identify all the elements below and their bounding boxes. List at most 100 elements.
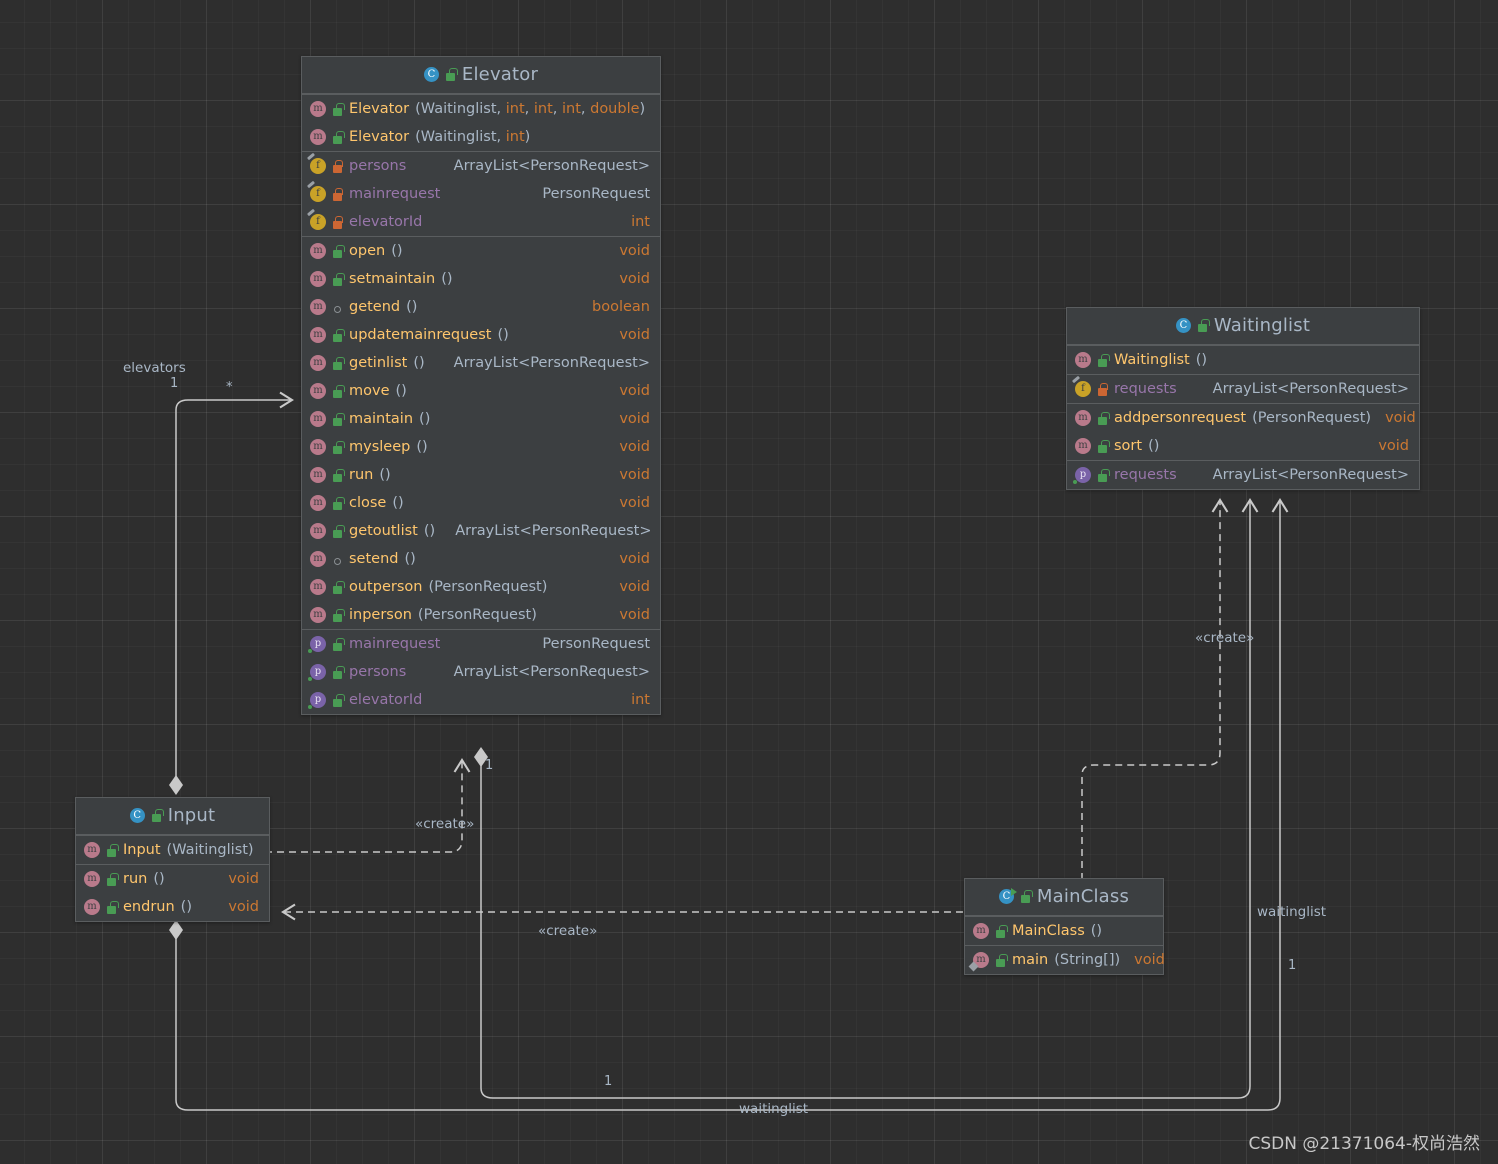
member-row[interactable]: m getend() boolean bbox=[302, 293, 660, 321]
member-row[interactable]: m run() void bbox=[302, 461, 660, 489]
section-fields: f requests ArrayList<PersonRequest> bbox=[1067, 374, 1419, 403]
class-title: Waitinglist bbox=[1213, 315, 1311, 336]
member-row[interactable]: m main (String[]) void bbox=[965, 946, 1165, 974]
member-row[interactable]: m sort() void bbox=[1067, 432, 1419, 460]
member-row[interactable]: f elevatorId int bbox=[302, 208, 660, 236]
edge-label-waitinglist-bottom: waitinglist bbox=[739, 1101, 809, 1117]
unlocked-public-icon bbox=[151, 809, 164, 822]
member-type: void bbox=[1385, 410, 1416, 426]
member-row[interactable]: m getinlist() ArrayList<PersonRequest> bbox=[302, 349, 660, 377]
method-icon: m bbox=[84, 842, 100, 858]
unlocked-public-icon bbox=[332, 244, 345, 258]
unlocked-public-icon bbox=[332, 580, 345, 594]
unlocked-public-icon bbox=[106, 872, 119, 886]
member-type: int bbox=[631, 214, 650, 230]
class-box-waitinglist[interactable]: C Waitinglist m Waitinglist () f request… bbox=[1066, 307, 1420, 490]
member-row[interactable]: m run() void bbox=[76, 865, 269, 893]
member-row[interactable]: m setmaintain () void bbox=[302, 265, 660, 293]
method-icon: m bbox=[84, 899, 100, 915]
unlocked-public-icon bbox=[1020, 890, 1033, 903]
unlocked-public-icon bbox=[332, 496, 345, 510]
unlocked-public-icon bbox=[1097, 411, 1110, 425]
member-name: requests bbox=[1114, 467, 1177, 483]
member-row[interactable]: f mainrequest PersonRequest bbox=[302, 180, 660, 208]
property-icon: p bbox=[1073, 467, 1091, 484]
package-private-icon bbox=[332, 553, 343, 566]
method-icon: m bbox=[310, 327, 326, 343]
member-name: Elevator bbox=[349, 101, 410, 117]
member-name: getoutlist bbox=[349, 523, 418, 539]
member-type: void bbox=[228, 871, 259, 887]
member-row[interactable]: m move() void bbox=[302, 377, 660, 405]
member-row[interactable]: m MainClass () bbox=[965, 917, 1163, 945]
member-row[interactable]: p requests ArrayList<PersonRequest> bbox=[1067, 461, 1419, 489]
member-row[interactable]: m open() void bbox=[302, 237, 660, 265]
member-type: void bbox=[1378, 438, 1409, 454]
method-icon: m bbox=[310, 243, 326, 259]
section-properties: p requests ArrayList<PersonRequest> bbox=[1067, 460, 1419, 489]
member-row[interactable]: m Elevator (Waitinglist, int, int, int, d… bbox=[302, 95, 660, 123]
edge-label-create-elevator: «create» bbox=[415, 816, 475, 832]
unlocked-public-icon bbox=[332, 272, 345, 286]
member-type: ArrayList<PersonRequest> bbox=[453, 664, 650, 680]
method-icon: m bbox=[310, 383, 326, 399]
member-row[interactable]: m addpersonrequest (PersonRequest) void bbox=[1067, 404, 1419, 432]
member-type: void bbox=[228, 899, 259, 915]
member-row[interactable]: f persons ArrayList<PersonRequest> bbox=[302, 152, 660, 180]
method-icon: m bbox=[1075, 352, 1091, 368]
unlocked-public-icon bbox=[1097, 468, 1110, 482]
unlocked-public-icon bbox=[332, 102, 345, 116]
member-row[interactable]: f requests ArrayList<PersonRequest> bbox=[1067, 375, 1419, 403]
class-title: Input bbox=[167, 805, 216, 826]
unlocked-public-icon bbox=[332, 130, 345, 144]
runnable-class-icon: C bbox=[998, 888, 1017, 904]
member-name: getend bbox=[349, 299, 401, 315]
class-header-elevator: C Elevator bbox=[302, 57, 660, 94]
member-row[interactable]: p mainrequest PersonRequest bbox=[302, 630, 660, 658]
class-box-elevator[interactable]: C Elevator m Elevator (Waitinglist, int, … bbox=[301, 56, 661, 715]
diagram-canvas[interactable]: C Elevator m Elevator (Waitinglist, int, … bbox=[0, 0, 1498, 1164]
multiplicity-waitinglist-bottom-one: 1 bbox=[604, 1074, 613, 1089]
member-signature: (Waitinglist, int, int, int, double) bbox=[415, 101, 646, 117]
member-name: setmaintain bbox=[349, 271, 436, 287]
method-icon: m bbox=[84, 871, 100, 887]
member-row[interactable]: m setend() void bbox=[302, 545, 660, 573]
method-icon: m bbox=[310, 271, 326, 287]
member-type: void bbox=[619, 495, 650, 511]
section-methods: m addpersonrequest (PersonRequest) void m… bbox=[1067, 403, 1419, 460]
member-row[interactable]: m inperson (PersonRequest) void bbox=[302, 601, 660, 629]
member-row[interactable]: m maintain () void bbox=[302, 405, 660, 433]
member-type: void bbox=[619, 411, 650, 427]
edge-label-elevators: elevators bbox=[123, 360, 186, 376]
member-row[interactable]: m Waitinglist () bbox=[1067, 346, 1419, 374]
class-title: MainClass bbox=[1036, 886, 1130, 907]
unlocked-public-icon bbox=[332, 608, 345, 622]
unlocked-public-icon bbox=[332, 468, 345, 482]
member-row[interactable]: m close() void bbox=[302, 489, 660, 517]
section-constructors: m Waitinglist () bbox=[1067, 345, 1419, 374]
member-name: run bbox=[123, 871, 148, 887]
unlocked-public-icon bbox=[332, 328, 345, 342]
unlocked-public-icon bbox=[1197, 319, 1210, 332]
member-row[interactable]: m endrun() void bbox=[76, 893, 269, 921]
class-header-mainclass: C MainClass bbox=[965, 879, 1163, 916]
member-name: mainrequest bbox=[349, 636, 441, 652]
member-type: void bbox=[1134, 952, 1165, 968]
member-type: void bbox=[619, 551, 650, 567]
class-title: Elevator bbox=[461, 64, 539, 85]
member-row[interactable]: p elevatorId int bbox=[302, 686, 660, 714]
member-type: ArrayList<PersonRequest> bbox=[453, 355, 650, 371]
class-box-input[interactable]: C Input m Input (Waitinglist) m run() voi… bbox=[75, 797, 270, 922]
method-icon: m bbox=[310, 101, 326, 117]
member-row[interactable]: m Elevator (Waitinglist, int) bbox=[302, 123, 660, 151]
member-row[interactable]: m outperson (PersonRequest) void bbox=[302, 573, 660, 601]
member-type: void bbox=[619, 439, 650, 455]
edge-label-waitinglist-right: waitinglist bbox=[1257, 904, 1327, 920]
member-row[interactable]: m updatemainrequest() void bbox=[302, 321, 660, 349]
member-row[interactable]: p persons ArrayList<PersonRequest> bbox=[302, 658, 660, 686]
member-row[interactable]: m getoutlist() ArrayList<PersonRequest> bbox=[302, 517, 660, 545]
member-row[interactable]: m Input (Waitinglist) bbox=[76, 836, 269, 864]
class-box-mainclass[interactable]: C MainClass m MainClass () m main (Strin… bbox=[964, 878, 1165, 975]
member-row[interactable]: m mysleep() void bbox=[302, 433, 660, 461]
member-type: void bbox=[619, 243, 650, 259]
